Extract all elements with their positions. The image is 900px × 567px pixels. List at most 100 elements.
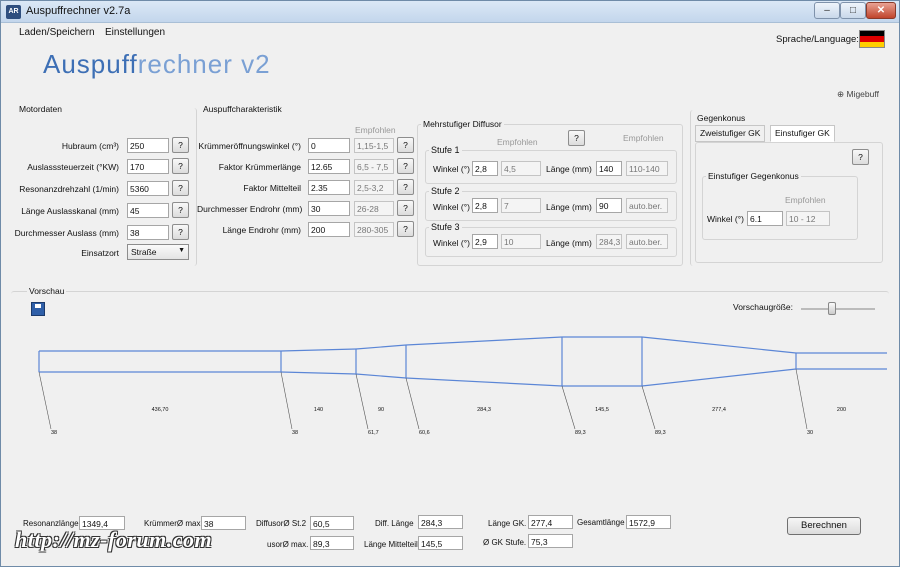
- close-button[interactable]: ✕: [866, 2, 896, 19]
- menu-bar: Laden/Speichern Einstellungen: [1, 23, 899, 43]
- slider-thumb[interactable]: [828, 302, 836, 315]
- gegenkonus-empfohlen-label: Empfohlen: [785, 195, 826, 205]
- durchmesser-auslass-help-button[interactable]: ?: [172, 224, 189, 240]
- stufe2-winkel-input[interactable]: 2,8: [472, 198, 498, 213]
- german-flag-icon[interactable]: [859, 30, 885, 48]
- auspuff-empfohlen-label: Empfohlen: [355, 125, 396, 135]
- diameter-leader-line: [641, 385, 656, 430]
- diffusor-empfohlen-1: Empfohlen: [497, 137, 538, 147]
- pipe-bottom-edge: [405, 377, 563, 387]
- gesamtlaenge-value: 1572,9: [626, 515, 671, 529]
- auslasssteuerzeit-help-button[interactable]: ?: [172, 158, 189, 174]
- vorschau-size-slider[interactable]: [801, 302, 875, 316]
- stufe1-laenge-input[interactable]: 140: [596, 161, 622, 176]
- watermark: http://mz-forum.com: [15, 527, 213, 552]
- einstufiger-gegenkonus-group: [702, 176, 858, 240]
- gegenkonus-winkel-label: Winkel (°): [707, 214, 744, 224]
- stufe2-laenge-label: Länge (mm): [546, 202, 592, 212]
- berechnen-button[interactable]: Berechnen: [787, 517, 861, 535]
- laenge-mittelteil-value: 145,5: [418, 536, 463, 550]
- auslasssteuerzeit-input[interactable]: 170: [127, 159, 169, 174]
- stufe1-title: Stufe 1: [429, 145, 462, 155]
- diameter-label: 30: [807, 430, 813, 436]
- laenge-endrohr-help-button[interactable]: ?: [397, 221, 414, 237]
- diameter-label: 89,3: [655, 430, 666, 436]
- diameter-label: 38: [292, 430, 298, 436]
- vorschau-title: Vorschau: [27, 286, 67, 296]
- save-icon[interactable]: [31, 302, 45, 316]
- einsatzort-label: Einsatzort: [81, 248, 119, 258]
- pipe-top-edge: [405, 336, 563, 346]
- diameter-leader-line: [405, 377, 420, 430]
- section-length-label: 284,3: [477, 407, 491, 413]
- kruemmeroeffnungswinkel-input[interactable]: 0: [308, 138, 350, 153]
- durchmesser-auslass-input[interactable]: 38: [127, 225, 169, 240]
- durchmesser-endrohr-help-button[interactable]: ?: [397, 200, 414, 216]
- stufe3-title: Stufe 3: [429, 222, 462, 232]
- resonanzdrehzahl-input[interactable]: 5360: [127, 181, 169, 196]
- resonanzdrehzahl-help-button[interactable]: ?: [172, 180, 189, 196]
- gk-stufe-value: 75,3: [528, 534, 573, 548]
- tab-einstufiger-gk[interactable]: Einstufiger GK: [770, 125, 835, 142]
- laenge-auslasskanal-help-button[interactable]: ?: [172, 202, 189, 218]
- laenge-gk-value: 277,4: [528, 515, 573, 529]
- main-window: AR Auspuffrechner v2.7a – □ ✕ Laden/Spei…: [0, 0, 900, 567]
- faktor-kruemmerlaenge-help-button[interactable]: ?: [397, 158, 414, 174]
- resonanzdrehzahl-label: Resonanzdrehzahl (1/min): [19, 184, 119, 194]
- gegenkonus-winkel-input[interactable]: 6.1: [747, 211, 783, 226]
- pipe-bottom-edge: [280, 371, 357, 375]
- laenge-auslasskanal-input[interactable]: 45: [127, 203, 169, 218]
- laenge-mittelteil-label: Länge Mittelteil: [364, 540, 418, 549]
- pipe-bottom-edge: [355, 373, 407, 379]
- hubraum-input[interactable]: 250: [127, 138, 169, 153]
- gesamtlaenge-label: Gesamtlänge: [577, 518, 625, 527]
- language-label: Sprache/Language:: [776, 34, 859, 45]
- diameter-leader-line: [38, 371, 52, 430]
- durchmesser-endrohr-input[interactable]: 30: [308, 201, 350, 216]
- stufe1-laenge-label: Länge (mm): [546, 164, 592, 174]
- hubraum-help-button[interactable]: ?: [172, 137, 189, 153]
- faktor-mittelteil-label: Faktor Mittelteil: [243, 183, 301, 193]
- gegenkonus-winkel-recommended: 10 - 12: [786, 211, 830, 226]
- section-length-label: 200: [837, 407, 846, 413]
- pipe-top-edge: [641, 336, 797, 354]
- diff-laenge-value: 284,3: [418, 515, 463, 529]
- stufe3-laenge-recommended: auto.ber.: [626, 234, 668, 249]
- faktor-mittelteil-input[interactable]: 2.35: [308, 180, 350, 195]
- faktor-kruemmerlaenge-recommended: 6,5 - 7,5: [354, 159, 394, 174]
- diameter-label: 61,7: [368, 430, 379, 436]
- menu-einstellungen[interactable]: Einstellungen: [105, 27, 165, 38]
- laenge-endrohr-label: Länge Endrohr (mm): [222, 225, 301, 235]
- diffusor-st2-value: 60,5: [310, 516, 354, 530]
- minimize-button[interactable]: –: [814, 2, 840, 19]
- stufe2-laenge-input[interactable]: 90: [596, 198, 622, 213]
- section-length-label: 436,70: [152, 407, 169, 413]
- diameter-label: 60,6: [419, 430, 430, 436]
- kruemmeroeffnungswinkel-help-button[interactable]: ?: [397, 137, 414, 153]
- maximize-button[interactable]: □: [840, 2, 866, 19]
- stufe3-winkel-input[interactable]: 2,9: [472, 234, 498, 249]
- pipe-top-edge: [355, 344, 407, 350]
- einstufiger-gegenkonus-title: Einstufiger Gegenkonus: [706, 171, 801, 181]
- title-bar: AR Auspuffrechner v2.7a – □ ✕: [1, 1, 899, 23]
- einsatzort-select[interactable]: Straße ▼: [127, 244, 189, 260]
- chevron-down-icon: ▼: [178, 247, 185, 254]
- tab-zweistufiger-gk[interactable]: Zweistufiger GK: [695, 125, 766, 142]
- menu-laden-speichern[interactable]: Laden/Speichern: [19, 27, 95, 38]
- diffusor-help-button[interactable]: ?: [568, 130, 585, 146]
- gegenkonus-help-button[interactable]: ?: [852, 149, 869, 165]
- stufe1-winkel-input[interactable]: 2,8: [472, 161, 498, 176]
- motordaten-title: Motordaten: [19, 104, 62, 114]
- faktor-mittelteil-help-button[interactable]: ?: [397, 179, 414, 195]
- stufe2-winkel-recommended: 7: [501, 198, 541, 213]
- gegenkonus-title: Gegenkonus: [697, 113, 746, 123]
- hubraum-label: Hubraum (cm³): [61, 141, 119, 151]
- stufe2-winkel-label: Winkel (°): [433, 202, 470, 212]
- faktor-kruemmerlaenge-input[interactable]: 12.65: [308, 159, 350, 174]
- migebuff-link[interactable]: ⊕ Migebuff: [837, 89, 879, 100]
- window-title: Auspuffrechner v2.7a: [26, 5, 131, 17]
- section-length-label: 145,5: [595, 407, 609, 413]
- stufe2-title: Stufe 2: [429, 186, 462, 196]
- laenge-endrohr-input[interactable]: 200: [308, 222, 350, 237]
- section-length-label: 277,4: [712, 407, 726, 413]
